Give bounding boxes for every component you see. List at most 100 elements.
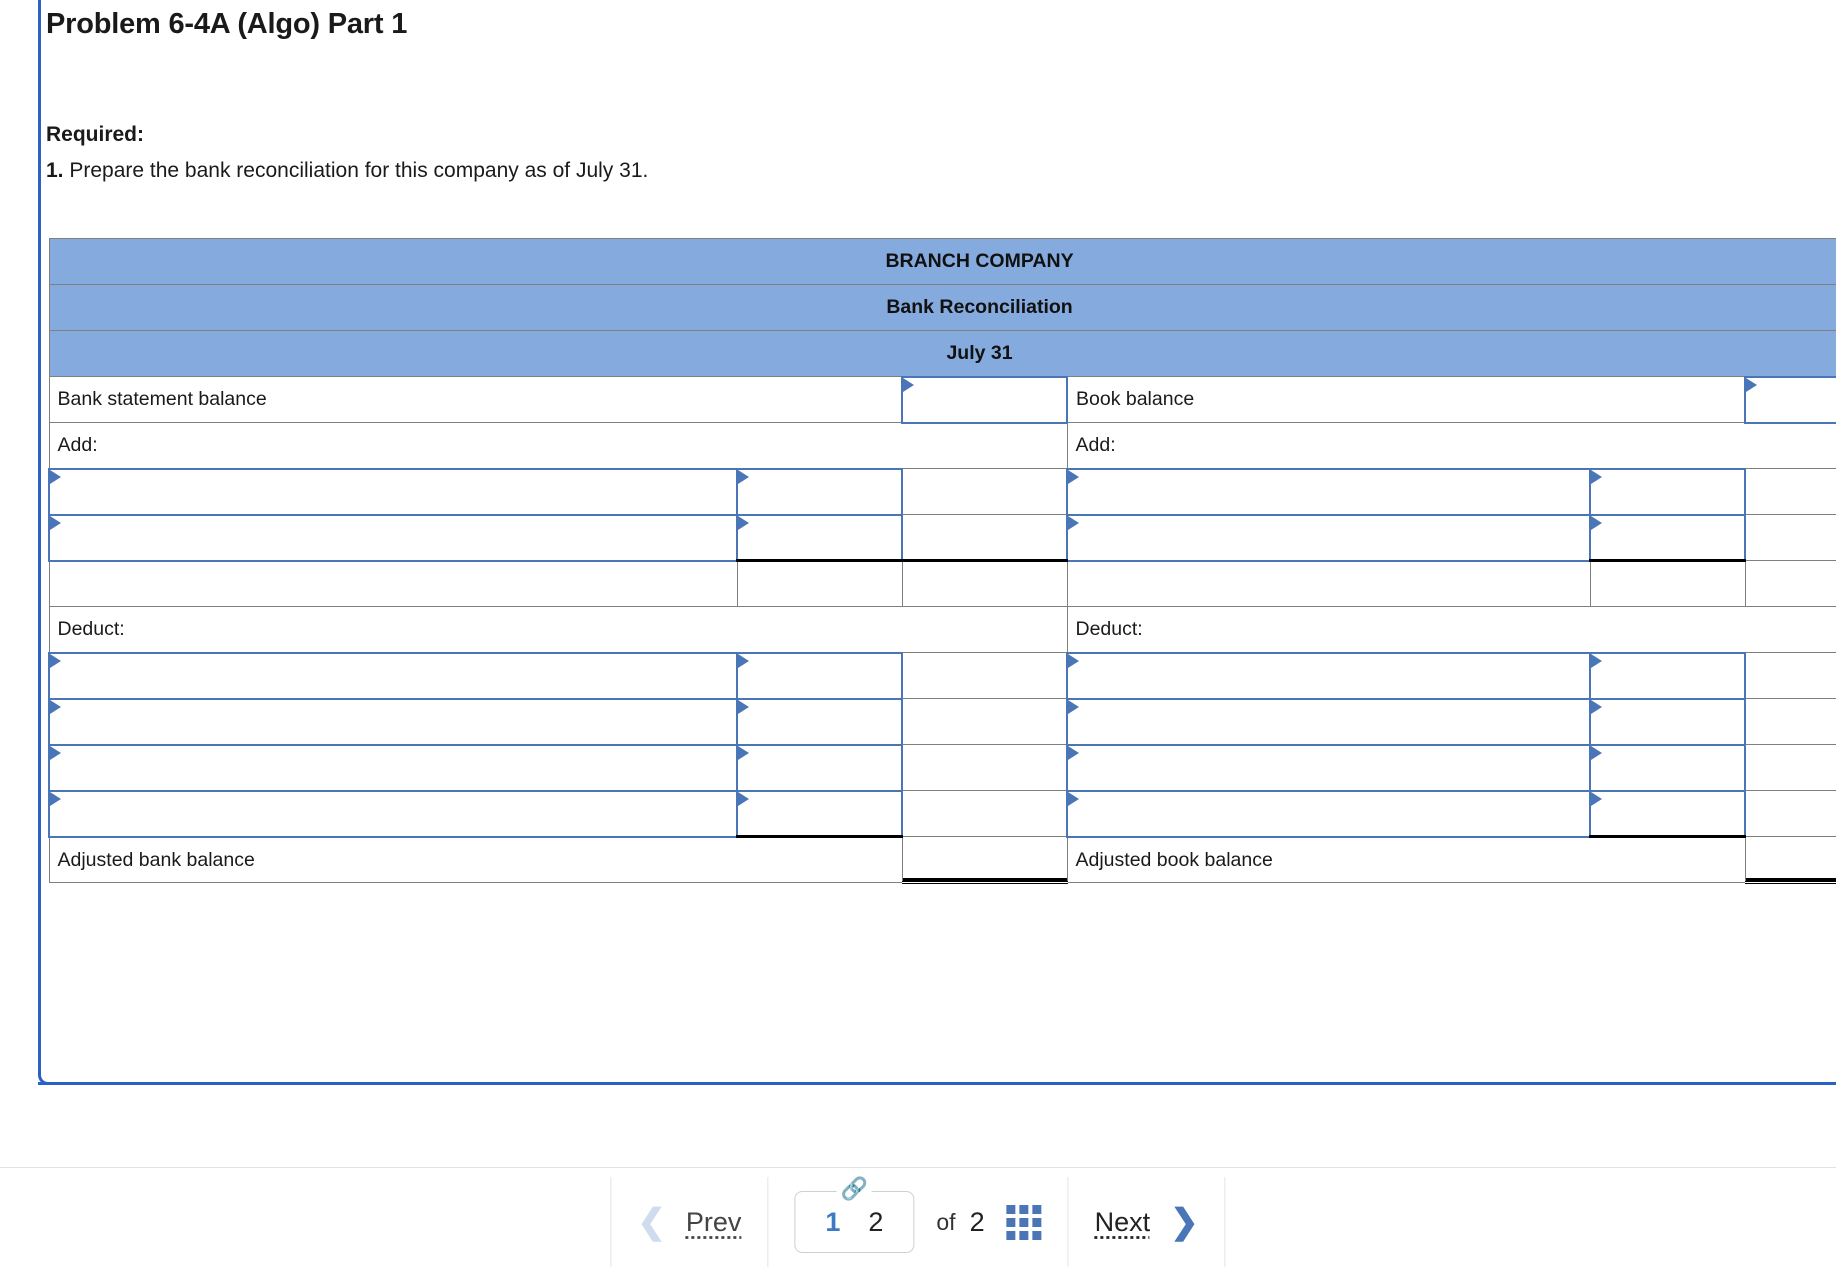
book-add-2-description-input[interactable] [1068,515,1589,560]
prev-button[interactable]: ❮ Prev [637,1205,741,1239]
bank-add-2-amount-input[interactable] [738,515,901,559]
book-add-2-amount-input[interactable] [1591,515,1744,559]
book-add-1-description-input[interactable] [1068,469,1589,514]
book-deduct-4-total-cell [1744,790,1836,837]
deduct-row-1 [48,651,1836,700]
book-deduct-1-description-input[interactable] [1068,653,1589,698]
add-label-row: Add: Add: [48,422,1836,469]
page-selector-box[interactable]: 🔗 1 2 [794,1178,915,1253]
book-add-subtotal-blank [1589,560,1746,607]
book-deduct-4-description-input[interactable] [1068,791,1589,836]
chevron-left-icon: ❮ [637,1203,666,1241]
page-title: Problem 6-4A (Algo) Part 1 [46,8,408,40]
add-subtotal-row [48,560,1836,607]
bank-deduct-3-amount-cell[interactable] [736,743,903,792]
bank-deduct-2-amount-input[interactable] [738,699,901,744]
book-deduct-4-amount-input[interactable] [1591,791,1744,835]
book-deduct-3-amount-cell[interactable] [1589,743,1746,792]
bank-add-row-2 [48,513,1836,562]
book-deduct-1-description-cell[interactable] [1066,651,1591,700]
worksheet-header-statement-row: Bank Reconciliation [48,284,1836,331]
chevron-right-icon: ❯ [1170,1203,1199,1241]
bank-deduct-3-amount-input[interactable] [738,745,901,790]
bank-deduct-1-amount-input[interactable] [738,653,901,698]
book-deduct-1-amount-cell[interactable] [1589,651,1746,700]
book-deduct-3-description-input[interactable] [1068,745,1589,790]
worksheet-company-name: BRANCH COMPANY [48,238,1836,285]
bank-deduct-4-amount-cell[interactable] [736,789,903,838]
worksheet-header-date-row: July 31 [48,330,1836,377]
bank-add-2-description-input[interactable] [50,515,736,560]
bank-deduct-3-total-cell [901,744,1068,791]
adjusted-book-balance-label: Adjusted book balance [1066,836,1746,883]
book-deduct-1-total-cell [1744,652,1836,699]
bank-add-2-description-cell[interactable] [48,513,738,562]
book-deduct-2-amount-cell[interactable] [1589,697,1746,746]
bank-deduct-1-description-input[interactable] [50,653,736,698]
book-add-2-amount-cell[interactable] [1589,513,1746,562]
book-deduct-2-description-input[interactable] [1068,699,1589,744]
page-number-1[interactable]: 1 [825,1207,840,1238]
bank-add-subtotal-blank [736,560,903,607]
bank-deduct-1-description-cell[interactable] [48,651,738,700]
book-deduct-3-amount-input[interactable] [1591,745,1744,790]
bank-statement-balance-label: Bank statement balance [48,376,903,423]
bank-deduct-label: Deduct: [48,606,1068,653]
book-add-1-description-cell[interactable] [1066,467,1591,516]
book-deduct-2-description-cell[interactable] [1066,697,1591,746]
book-deduct-4-amount-cell[interactable] [1589,789,1746,838]
book-deduct-4-description-cell[interactable] [1066,789,1591,838]
book-deduct-label: Deduct: [1066,606,1836,653]
bank-deduct-4-description-cell[interactable] [48,789,738,838]
page-number-2[interactable]: 2 [868,1207,883,1238]
book-add-1-amount-cell[interactable] [1589,467,1746,516]
bank-add-1-amount-input[interactable] [738,469,901,514]
of-label: of [936,1208,956,1235]
next-button[interactable]: Next ❯ [1095,1205,1199,1239]
grid-icon[interactable] [1006,1204,1042,1240]
book-add-subtotal-cell [1744,560,1836,607]
bank-statement-balance-input[interactable] [903,377,1066,422]
book-add-label: Add: [1066,422,1836,469]
bank-statement-balance-input-cell[interactable] [901,375,1068,424]
adjusted-book-balance-cell [1744,836,1836,884]
book-deduct-1-amount-input[interactable] [1591,653,1744,698]
page-count: of 2 [914,1207,1006,1238]
bank-deduct-2-description-cell[interactable] [48,697,738,746]
total-pages: 2 [969,1206,985,1237]
bank-add-1-amount-cell[interactable] [736,467,903,516]
bank-deduct-2-amount-cell[interactable] [736,697,903,746]
book-add-1-total-cell [1744,468,1836,515]
bank-deduct-4-description-input[interactable] [50,791,736,836]
bank-add-1-description-input[interactable] [50,469,736,514]
book-deduct-3-description-cell[interactable] [1066,743,1591,792]
next-button-label: Next [1094,1206,1151,1237]
book-balance-input[interactable] [1746,377,1836,422]
bank-deduct-2-description-input[interactable] [50,699,736,744]
bank-deduct-3-description-input[interactable] [50,745,736,790]
page-selector-segment: 🔗 1 2 of 2 [768,1168,1067,1275]
bank-deduct-3-description-cell[interactable] [48,743,738,792]
next-segment: Next ❯ [1069,1168,1225,1275]
worksheet-header-company-row: BRANCH COMPANY [48,238,1836,285]
book-balance-label: Book balance [1066,376,1746,423]
book-deduct-2-total-cell [1744,698,1836,745]
bank-reconciliation-worksheet: BRANCH COMPANY Bank Reconciliation July … [48,238,1836,884]
bank-add-1-total-cell [901,468,1068,515]
bank-add-2-amount-cell[interactable] [736,513,903,562]
bank-deduct-1-amount-cell[interactable] [736,651,903,700]
book-deduct-2-amount-input[interactable] [1591,699,1744,744]
book-add-2-description-cell[interactable] [1066,513,1591,562]
book-add-1-amount-input[interactable] [1591,469,1744,514]
link-icon: 🔗 [836,1178,873,1200]
bank-deduct-4-amount-input[interactable] [738,791,901,835]
bank-add-subtotal-cell [901,560,1068,607]
book-balance-input-cell[interactable] [1743,375,1836,424]
deduct-row-2 [48,697,1836,746]
adjusted-balance-row: Adjusted bank balance Adjusted book bala… [48,836,1836,884]
pagination-controls: ❮ Prev 🔗 1 2 of 2 Next ❯ [610,1168,1226,1275]
requirement-number: 1. [46,159,64,182]
pagination-divider-far-right [1224,1177,1226,1267]
bank-add-1-description-cell[interactable] [48,467,738,516]
opening-balance-row: Bank statement balance Book balance [48,375,1836,424]
